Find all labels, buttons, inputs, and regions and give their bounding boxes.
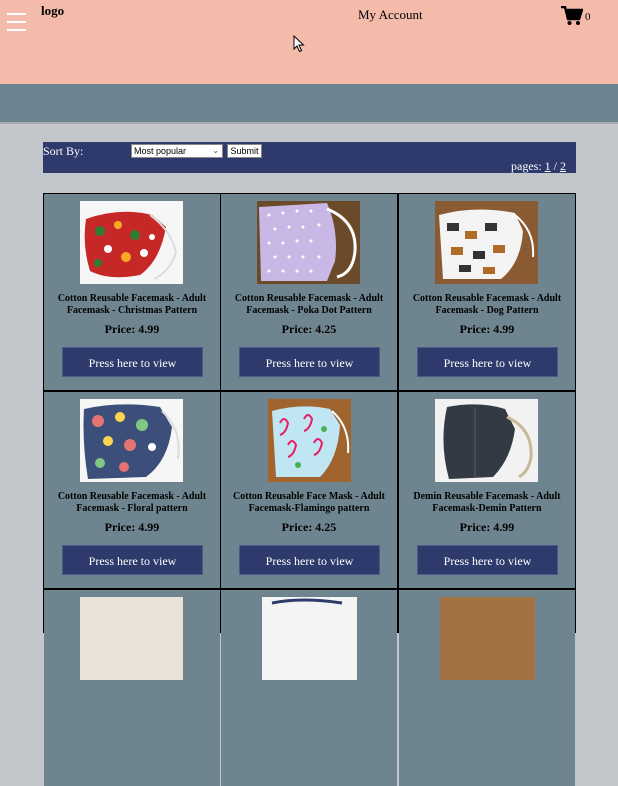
- product-image[interactable]: [257, 201, 360, 284]
- sort-label: Sort By:: [43, 144, 84, 158]
- product-card: Cotton Reusable Facemask - Adult Facemas…: [221, 194, 397, 390]
- product-image[interactable]: [80, 399, 183, 482]
- product-price: Price: 4.99: [459, 322, 515, 336]
- product-card: Cotton Reusable Facemask - Adult Facemas…: [44, 194, 220, 390]
- product-card: Demin Reusable Facemask - Adult Facemask…: [399, 392, 575, 588]
- product-image[interactable]: [268, 399, 351, 482]
- product-price: Price: 4.99: [459, 520, 515, 534]
- pagination: pages: 1 / 2: [511, 159, 566, 174]
- product-price: Price: 4.25: [281, 322, 337, 336]
- product-grid: Cotton Reusable Facemask - Adult Facemas…: [43, 193, 576, 786]
- pages-label: pages:: [511, 159, 542, 173]
- product-card: Cotton Reusable Facemask - Adult Facemas…: [44, 392, 220, 588]
- product-title: Cotton Reusable Face Mask - Adult Facema…: [233, 491, 385, 514]
- logo[interactable]: logo: [41, 3, 64, 19]
- product-image[interactable]: [435, 399, 538, 482]
- view-product-button[interactable]: Press here to view: [417, 347, 558, 377]
- sort-submit-button[interactable]: Submit: [227, 144, 262, 158]
- product-image[interactable]: [80, 597, 183, 680]
- product-title: Cotton Reusable Facemask - Adult Facemas…: [412, 293, 562, 316]
- sort-bar: Sort By: Most popular ⌄ Submit pages: 1 …: [43, 142, 576, 173]
- product-price: Price: 4.99: [104, 520, 160, 534]
- product-title: Cotton Reusable Facemask - Adult Facemas…: [57, 293, 207, 316]
- my-account-link[interactable]: My Account: [358, 7, 423, 23]
- product-card: [44, 590, 220, 786]
- view-product-button[interactable]: Press here to view: [62, 347, 203, 377]
- sort-selected-value: Most popular: [134, 146, 187, 156]
- site-header: logo My Account 0: [0, 0, 618, 84]
- page-link-current[interactable]: 1: [545, 159, 551, 173]
- product-price: Price: 4.99: [104, 322, 160, 336]
- view-product-button[interactable]: Press here to view: [239, 545, 380, 575]
- pages-separator: /: [553, 159, 557, 173]
- product-image[interactable]: [80, 201, 183, 284]
- view-product-button[interactable]: Press here to view: [62, 545, 203, 575]
- view-product-button[interactable]: Press here to view: [239, 347, 380, 377]
- hamburger-menu-icon[interactable]: [7, 13, 26, 33]
- product-image[interactable]: [262, 597, 357, 680]
- product-card: [221, 590, 397, 786]
- product-image[interactable]: [435, 201, 538, 284]
- product-card: [399, 590, 575, 786]
- page-link-next[interactable]: 2: [560, 159, 566, 173]
- product-image[interactable]: [440, 597, 535, 680]
- product-title: Demin Reusable Facemask - Adult Facemask…: [413, 491, 561, 514]
- sort-select[interactable]: Most popular ⌄: [131, 144, 223, 158]
- chevron-down-icon: ⌄: [212, 146, 219, 155]
- banner-band: [0, 84, 618, 124]
- cart-count: 0: [585, 11, 591, 23]
- product-title: Cotton Reusable Facemask - Adult Facemas…: [234, 293, 384, 316]
- product-title: Cotton Reusable Facemask - Adult Facemas…: [57, 491, 207, 514]
- cart-icon[interactable]: [561, 6, 583, 26]
- view-product-button[interactable]: Press here to view: [417, 545, 558, 575]
- product-card: Cotton Reusable Facemask - Adult Facemas…: [399, 194, 575, 390]
- product-card: Cotton Reusable Face Mask - Adult Facema…: [221, 392, 397, 588]
- product-price: Price: 4.25: [281, 520, 337, 534]
- mouse-pointer-icon: [293, 34, 305, 58]
